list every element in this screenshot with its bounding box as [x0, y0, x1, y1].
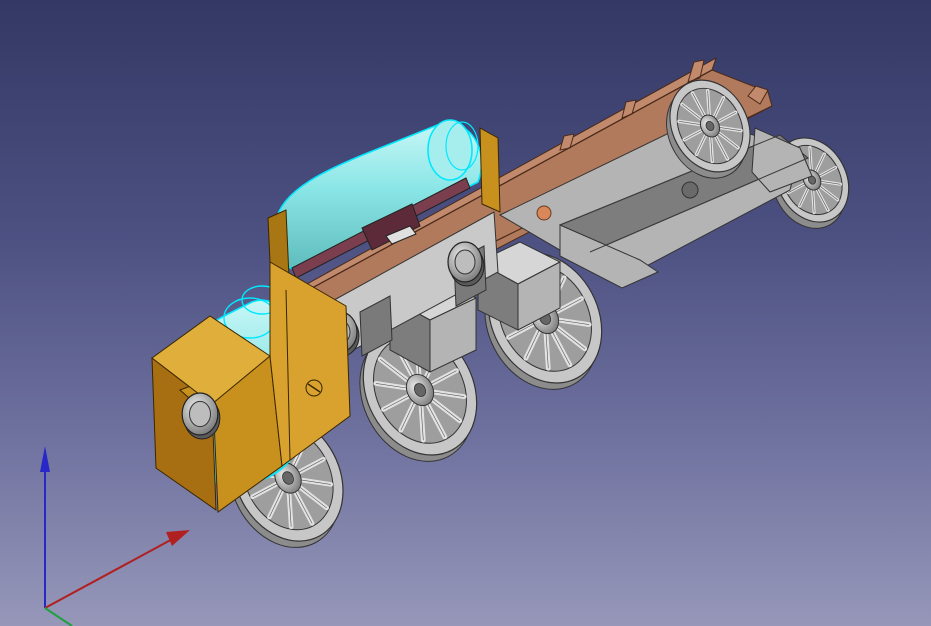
y-axis-line: [44, 607, 73, 626]
model-scene[interactable]: [0, 0, 931, 626]
bogie-hole: [681, 181, 699, 199]
z-axis-arrow: [40, 446, 50, 472]
x-axis-arrow: [166, 530, 190, 546]
post-face: [479, 127, 501, 213]
bogie-pin: [536, 205, 552, 221]
x-axis-line: [44, 535, 179, 609]
3d-viewport[interactable]: [0, 0, 931, 626]
bracket-screw: [305, 379, 323, 397]
